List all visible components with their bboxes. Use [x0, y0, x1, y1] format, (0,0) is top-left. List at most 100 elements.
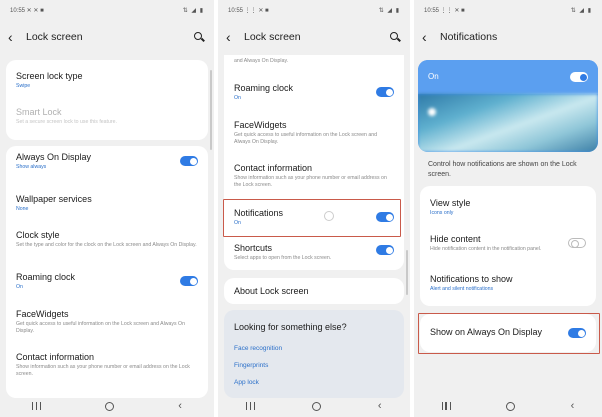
nav-back-icon[interactable]: ‹ — [571, 400, 575, 412]
item-description: Set the type and color for the clock on … — [16, 242, 197, 248]
item-description: and Always On Display. — [234, 58, 289, 64]
navigation-bar: ‹ — [414, 395, 602, 417]
navigation-bar: ‹ — [218, 395, 410, 417]
item-description: Set a secure screen lock to use this fea… — [16, 119, 117, 125]
item-label: Hide content — [430, 234, 481, 244]
clock-style-item[interactable]: Clock style Set the type and color for t… — [6, 230, 208, 249]
screen-lock-type-item[interactable]: Screen lock type Swipe — [6, 71, 208, 90]
back-arrow-icon[interactable]: ‹ — [422, 30, 436, 44]
contact-information-item[interactable]: Contact information Show information suc… — [6, 352, 208, 377]
item-value: Icons only — [430, 210, 454, 216]
status-bar: 10:55 ✕ ✕ ■ ⇅ ◢ ▮ — [0, 0, 214, 20]
item-label: FaceWidgets — [16, 309, 69, 319]
nav-back-icon[interactable]: ‹ — [178, 400, 182, 412]
status-time: 10:55 ✕ ✕ ■ — [10, 7, 44, 14]
looking-title: Looking for something else? — [224, 322, 404, 333]
item-label: Wallpaper services — [16, 194, 92, 204]
item-value: Show always — [16, 164, 47, 170]
status-bar: 10:55 ⋮⋮ ✕ ■ ⇅ ◢ ▮ — [414, 0, 602, 20]
shortcuts-toggle[interactable] — [376, 245, 394, 255]
search-icon[interactable] — [388, 30, 402, 44]
looking-for-card: Looking for something else? Face recogni… — [224, 310, 404, 398]
app-bar: ‹ Lock screen — [218, 22, 410, 52]
status-bar: 10:55 ⋮⋮ ✕ ■ ⇅ ◢ ▮ — [218, 0, 410, 20]
hide-content-toggle[interactable] — [568, 238, 586, 248]
always-on-display-toggle[interactable] — [180, 156, 198, 166]
master-switch-panel: On — [418, 60, 598, 152]
item-label: Clock style — [16, 230, 60, 240]
navigation-bar: ‹ — [0, 395, 214, 417]
item-label: Smart Lock — [16, 107, 62, 117]
item-value: On — [234, 95, 241, 101]
facewidgets-item[interactable]: FaceWidgets Get quick access to useful i… — [224, 120, 404, 145]
link-app-lock[interactable]: App lock — [234, 379, 259, 386]
lock-options-card: and Always On Display. Roaming clock On … — [224, 55, 404, 270]
back-arrow-icon[interactable]: ‹ — [226, 30, 240, 44]
item-label: Notifications to show — [430, 274, 513, 284]
roaming-clock-item[interactable]: Roaming clock On — [6, 272, 208, 291]
link-face-recognition[interactable]: Face recognition — [234, 345, 282, 352]
lock-screen-settings-screen: 10:55 ✕ ✕ ■ ⇅ ◢ ▮ ‹ Lock screen Screen l… — [0, 0, 214, 417]
scrollbar[interactable] — [406, 250, 408, 295]
item-label: View style — [430, 198, 471, 208]
status-icons: ⇅ ◢ ▮ — [182, 7, 204, 14]
notifications-to-show-item[interactable]: Notifications to show Alert and silent n… — [420, 274, 596, 293]
always-on-display-item[interactable]: Always On Display Show always — [6, 152, 208, 171]
item-description: Show information such as your phone numb… — [16, 364, 190, 377]
view-style-item[interactable]: View style Icons only — [420, 198, 596, 217]
item-label: FaceWidgets — [234, 120, 287, 130]
master-switch-bar[interactable]: On — [418, 60, 598, 94]
nav-back-icon[interactable]: ‹ — [378, 400, 382, 412]
item-label: Roaming clock — [234, 83, 294, 93]
item-description: Get quick access to useful information o… — [234, 132, 378, 145]
preview-dot — [428, 108, 436, 116]
item-value: None — [16, 206, 29, 212]
scrollbar[interactable] — [210, 70, 212, 150]
status-time: 10:55 ⋮⋮ ✕ ■ — [228, 7, 269, 14]
roaming-clock-toggle[interactable] — [376, 87, 394, 97]
contact-information-item[interactable]: Contact information Show information suc… — [224, 163, 404, 188]
home-icon[interactable] — [105, 401, 115, 411]
lock-screen-scrolled-screen: 10:55 ⋮⋮ ✕ ■ ⇅ ◢ ▮ ‹ Lock screen and Alw… — [218, 0, 410, 417]
item-description: Get quick access to useful information o… — [16, 321, 185, 334]
status-time: 10:55 ⋮⋮ ✕ ■ — [424, 7, 465, 14]
status-icons: ⇅ ◢ ▮ — [570, 7, 592, 14]
notification-options-card: View style Icons only Hide content Hide … — [420, 186, 596, 306]
looking-title-text: Looking for something else? — [234, 322, 347, 332]
item-description: Hide notification content in the notific… — [430, 246, 542, 252]
item-description: Show information such as your phone numb… — [234, 175, 387, 188]
about-card[interactable]: About Lock screen — [224, 278, 404, 304]
app-bar: ‹ Lock screen — [0, 22, 214, 52]
item-value: Alert and silent notifications — [430, 286, 494, 292]
recent-apps-icon[interactable] — [32, 402, 42, 410]
page-title: Lock screen — [244, 31, 301, 43]
item-description: Select apps to open from the Lock screen… — [234, 255, 332, 261]
recent-apps-icon[interactable] — [441, 402, 451, 410]
lock-type-card: Screen lock type Swipe Smart Lock Set a … — [6, 60, 208, 140]
item-label: About Lock screen — [234, 286, 309, 296]
page-title: Lock screen — [26, 31, 83, 43]
home-icon[interactable] — [506, 401, 516, 411]
link-fingerprints[interactable]: Fingerprints — [234, 362, 268, 369]
page-title: Notifications — [440, 31, 498, 43]
item-value: Swipe — [16, 83, 31, 89]
back-arrow-icon[interactable]: ‹ — [8, 30, 22, 44]
master-switch-toggle[interactable] — [570, 72, 588, 82]
master-switch-label: On — [428, 72, 439, 81]
recent-apps-icon[interactable] — [246, 402, 256, 410]
status-icons: ⇅ ◢ ▮ — [378, 7, 400, 14]
search-icon[interactable] — [192, 30, 206, 44]
roaming-clock-toggle[interactable] — [180, 276, 198, 286]
notifications-settings-screen: 10:55 ⋮⋮ ✕ ■ ⇅ ◢ ▮ ‹ Notifications On Co… — [414, 0, 602, 417]
cut-off-description: and Always On Display. — [224, 57, 404, 65]
home-icon[interactable] — [312, 401, 322, 411]
show-on-aod-highlight — [418, 313, 600, 354]
item-label: Contact information — [16, 352, 95, 362]
lock-options-card: Always On Display Show always Wallpaper … — [6, 146, 208, 398]
wallpaper-services-item[interactable]: Wallpaper services None — [6, 194, 208, 213]
facewidgets-item[interactable]: FaceWidgets Get quick access to useful i… — [6, 309, 208, 334]
item-label: Roaming clock — [16, 272, 76, 282]
about-lock-screen-item[interactable]: About Lock screen — [224, 286, 404, 297]
smart-lock-item: Smart Lock Set a secure screen lock to u… — [6, 107, 208, 126]
item-label: Screen lock type — [16, 71, 83, 81]
